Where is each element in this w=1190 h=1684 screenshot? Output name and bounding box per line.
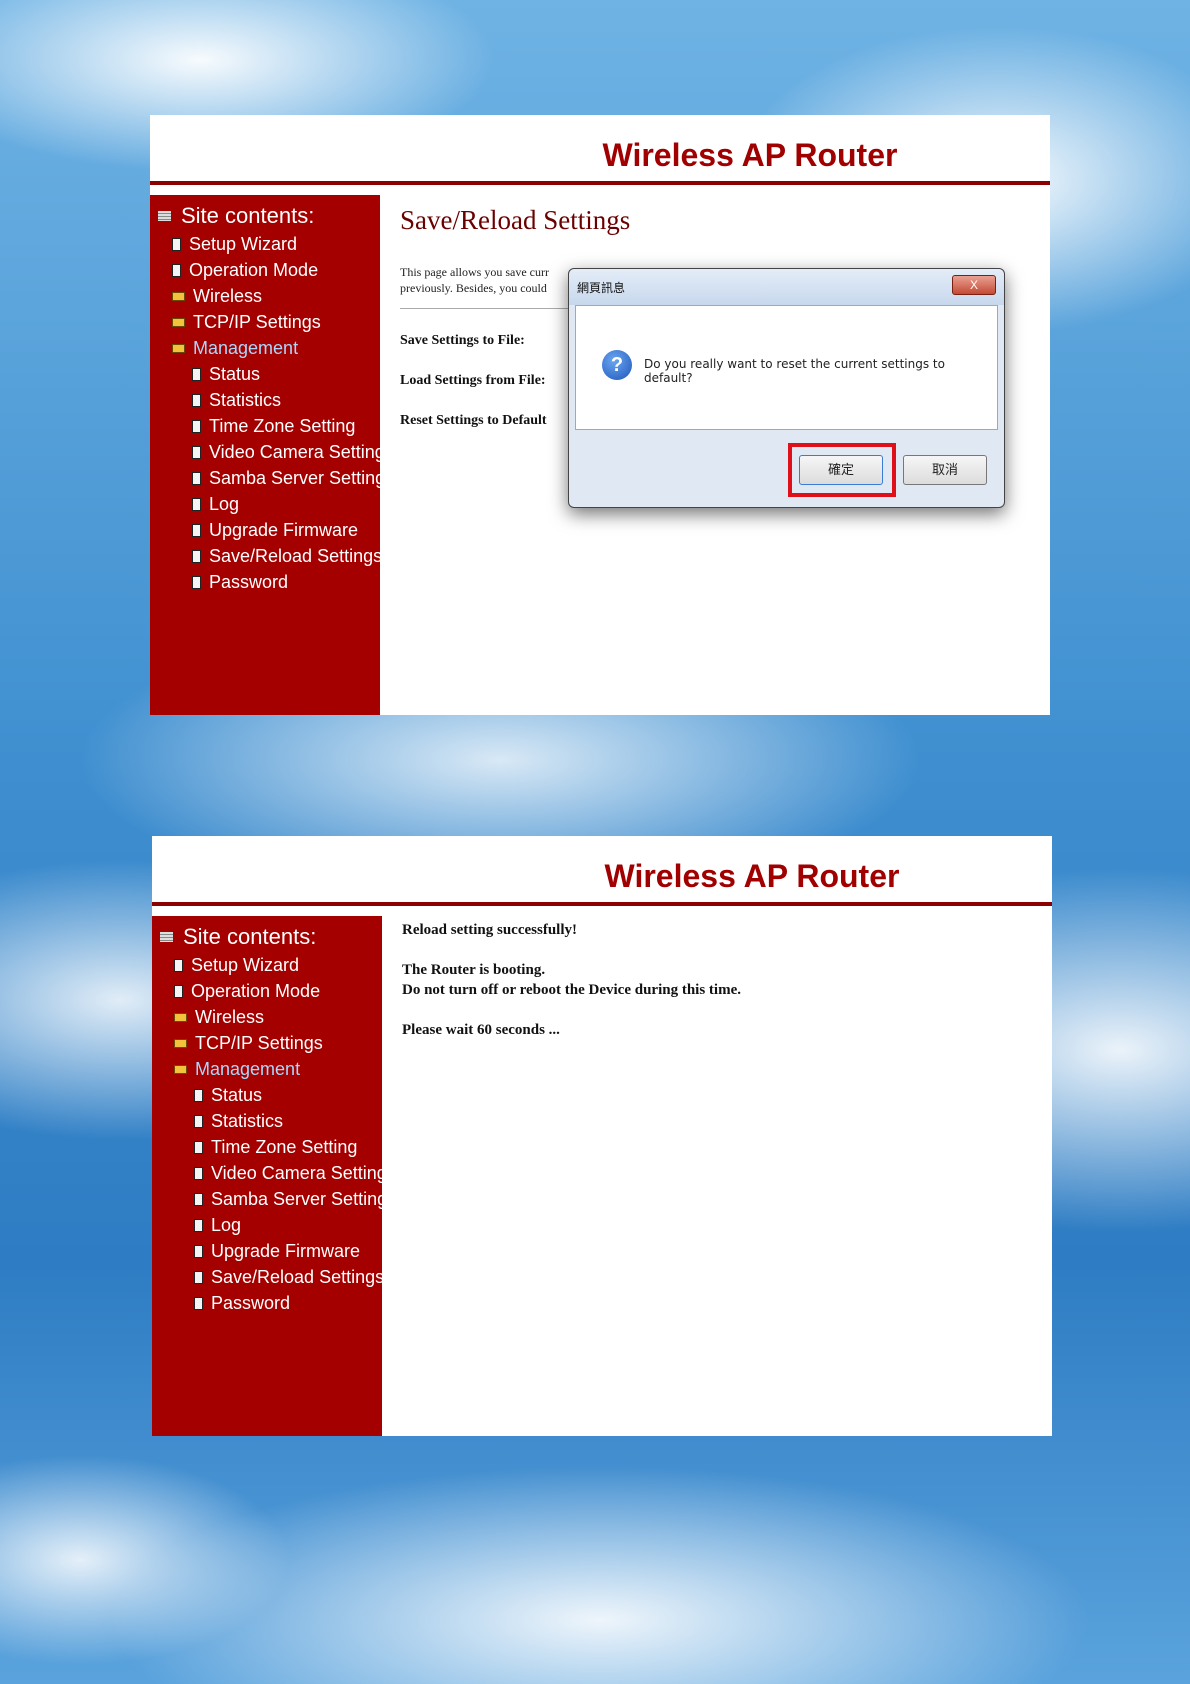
sidebar-item-upgrade-firmware[interactable]: Upgrade Firmware: [158, 517, 380, 543]
router-page-rebooting: Wireless AP Router Site contents: Setup …: [152, 836, 1052, 1436]
document-icon: [194, 1166, 203, 1180]
sidebar-item-time-zone[interactable]: Time Zone Setting: [158, 413, 380, 439]
sidebar-item-tcpip-settings[interactable]: TCP/IP Settings: [160, 1030, 382, 1056]
wait-text: Please wait 60 seconds ...: [402, 1022, 560, 1038]
document-icon: [192, 497, 201, 511]
sidebar-item-save-reload[interactable]: Save/Reload Settings: [158, 543, 382, 569]
sidebar-item-log[interactable]: Log: [160, 1212, 382, 1238]
sidebar-item-log[interactable]: Log: [158, 491, 380, 517]
app-title: Wireless AP Router: [604, 858, 900, 894]
sidebar-item-wireless[interactable]: Wireless: [158, 283, 380, 309]
document-icon: [192, 419, 201, 433]
document-icon: [192, 575, 201, 589]
document-icon: [194, 1088, 203, 1102]
document-icon: [194, 1218, 203, 1232]
sidebar-item-management[interactable]: Management: [158, 335, 380, 361]
app-title: Wireless AP Router: [602, 137, 898, 173]
document-icon: [194, 1296, 203, 1310]
document-icon: [172, 237, 181, 251]
sidebar-title: Site contents:: [158, 203, 380, 229]
sidebar: Site contents: Setup Wizard Operation Mo…: [150, 195, 385, 715]
sidebar-item-save-reload[interactable]: Save/Reload Settings: [160, 1264, 384, 1290]
page-header: Wireless AP Router: [150, 115, 1050, 185]
sidebar-item-management[interactable]: Management: [160, 1056, 382, 1082]
sidebar-item-time-zone[interactable]: Time Zone Setting: [160, 1134, 382, 1160]
warning-text: Do not turn off or reboot the Device dur…: [402, 982, 741, 998]
page-title: Save/Reload Settings: [400, 205, 631, 235]
sidebar: Site contents: Setup Wizard Operation Mo…: [152, 916, 387, 1436]
sidebar-item-password[interactable]: Password: [160, 1290, 382, 1316]
document-icon: [174, 984, 183, 998]
confirm-dialog: 網頁訊息 X ? Do you really want to reset the…: [568, 268, 1005, 508]
sidebar-item-setup-wizard[interactable]: Setup Wizard: [158, 231, 380, 257]
document-icon: [192, 393, 201, 407]
close-button[interactable]: X: [952, 275, 996, 295]
tree-root-icon: [160, 932, 173, 942]
sidebar-item-statistics[interactable]: Statistics: [160, 1108, 382, 1134]
sidebar-title: Site contents:: [160, 924, 382, 950]
sidebar-item-video-camera[interactable]: Video Camera Setting: [158, 439, 385, 465]
sidebar-item-tcpip-settings[interactable]: TCP/IP Settings: [158, 309, 380, 335]
sidebar-item-upgrade-firmware[interactable]: Upgrade Firmware: [160, 1238, 382, 1264]
sidebar-item-video-camera[interactable]: Video Camera Setting: [160, 1160, 387, 1186]
sidebar-item-password[interactable]: Password: [158, 569, 380, 595]
sidebar-item-wireless[interactable]: Wireless: [160, 1004, 382, 1030]
question-icon: ?: [602, 350, 632, 380]
dialog-footer: 確定 取消: [575, 433, 998, 501]
cancel-button[interactable]: 取消: [903, 455, 987, 485]
page-header: Wireless AP Router: [152, 836, 1052, 906]
folder-icon: [174, 1012, 187, 1022]
folder-open-icon: [174, 1064, 187, 1074]
folder-icon: [174, 1038, 187, 1048]
ok-button[interactable]: 確定: [799, 455, 883, 485]
document-icon: [194, 1192, 203, 1206]
folder-icon: [172, 291, 185, 301]
reload-success-text: Reload setting successfully!: [402, 922, 577, 938]
tree-root-icon: [158, 211, 171, 221]
document-icon: [192, 445, 201, 459]
sidebar-item-operation-mode[interactable]: Operation Mode: [160, 978, 382, 1004]
booting-text: The Router is booting.: [402, 962, 546, 978]
document-icon: [194, 1114, 203, 1128]
sidebar-item-status[interactable]: Status: [160, 1082, 382, 1108]
folder-icon: [172, 317, 185, 327]
document-icon: [194, 1140, 203, 1154]
sidebar-item-statistics[interactable]: Statistics: [158, 387, 380, 413]
dialog-titlebar[interactable]: 網頁訊息 X: [569, 269, 1004, 305]
dialog-body: ? Do you really want to reset the curren…: [575, 305, 998, 430]
document-icon: [192, 471, 201, 485]
dialog-message: Do you really want to reset the current …: [644, 357, 945, 385]
sidebar-item-operation-mode[interactable]: Operation Mode: [158, 257, 380, 283]
sidebar-item-status[interactable]: Status: [158, 361, 380, 387]
sidebar-item-setup-wizard[interactable]: Setup Wizard: [160, 952, 382, 978]
document-icon: [174, 958, 183, 972]
sidebar-item-samba-server[interactable]: Samba Server Setting: [160, 1186, 387, 1212]
document-icon: [194, 1270, 203, 1284]
document-icon: [192, 549, 201, 563]
main-content: Reload setting successfully! The Router …: [402, 916, 1052, 1436]
document-icon: [192, 367, 201, 381]
document-icon: [172, 263, 181, 277]
sidebar-item-samba-server[interactable]: Samba Server Setting: [158, 465, 385, 491]
folder-open-icon: [172, 343, 185, 353]
dialog-title: 網頁訊息: [577, 281, 626, 295]
document-icon: [194, 1244, 203, 1258]
document-icon: [192, 523, 201, 537]
